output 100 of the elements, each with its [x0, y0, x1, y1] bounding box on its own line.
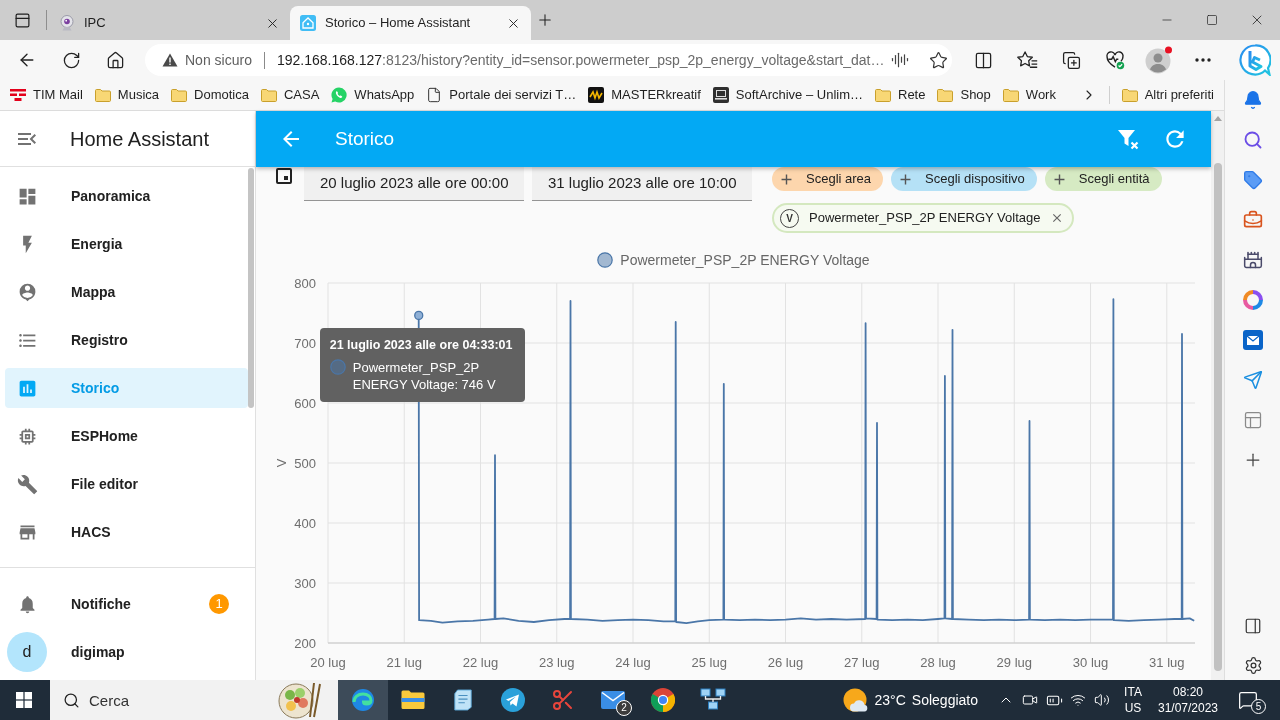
ring-logo-icon: [1243, 290, 1263, 310]
copy-plus-icon: [1061, 50, 1081, 70]
wifi-icon: [1070, 692, 1086, 708]
nav-item[interactable]: Energia: [5, 224, 248, 264]
nav-item[interactable]: Panoramica: [5, 176, 248, 216]
picker-chip[interactable]: Scegli area: [772, 167, 884, 191]
bookmark[interactable]: WhatsApp: [325, 83, 421, 107]
home-icon: [105, 50, 125, 70]
url-text: 192.168.168.127:8123/history?entity_id=sensor.powermeter_psp_2p_energy_voltage&start_dat…: [276, 50, 885, 70]
filter-clear-icon: [1116, 127, 1140, 151]
end-date-field[interactable]: 31 luglio 2023 alle ore 10:00: [532, 167, 752, 201]
bookmark[interactable]: Work: [996, 83, 1062, 107]
bookmark[interactable]: Altri preferiti: [1117, 83, 1218, 107]
series-dot-icon: [329, 359, 346, 376]
x-axis-label: 21 lug: [386, 655, 422, 670]
start-date-field[interactable]: 20 luglio 2023 alle ore 00:00: [304, 167, 524, 201]
copilot-button[interactable]: [1238, 43, 1272, 77]
star-list-icon: [1016, 51, 1038, 69]
browser-tab[interactable]: Storico – Home Assistant: [290, 6, 531, 40]
nav-item[interactable]: ESPHome: [5, 416, 248, 456]
zigzag-logo-icon: [588, 87, 605, 103]
nav-item[interactable]: HACS: [5, 512, 248, 552]
more-icon: [1195, 58, 1211, 62]
sound-waves-icon: [891, 51, 910, 69]
y-axis-label: 800: [294, 275, 316, 291]
webcam-icon: [59, 15, 75, 31]
bookmark[interactable]: MASTERkreatif: [582, 83, 707, 107]
clock-button[interactable]: 08:20 31/07/2023: [1152, 680, 1224, 720]
bookmark[interactable]: SoftArchive – Unlim…: [706, 83, 869, 107]
folder-icon: [260, 88, 277, 102]
action-center-button[interactable]: 5: [1224, 680, 1272, 720]
bookmark[interactable]: Shop: [931, 83, 997, 107]
bookmark[interactable]: Rete: [869, 83, 932, 107]
bell-icon: [1243, 90, 1263, 110]
picker-chip[interactable]: Scegli dispositivo: [891, 167, 1037, 191]
star-icon: [928, 50, 948, 70]
y-axis-title: V: [274, 458, 289, 468]
weather-button[interactable]: 23°C Soleggiato: [842, 688, 978, 712]
search-icon: [63, 692, 80, 709]
layout-icon: [1243, 410, 1263, 430]
notification-count: 5: [1251, 699, 1266, 714]
folder-icon: [171, 88, 188, 102]
stripes-logo-icon: [10, 89, 26, 101]
scissors-icon: [551, 688, 575, 712]
speech-bubble-icon: [1238, 690, 1258, 710]
calendar-icon: [276, 168, 292, 184]
swirl-chat-logo-icon: [1239, 44, 1271, 76]
search-field[interactable]: Cerca: [50, 680, 338, 720]
speaker-icon: [1094, 692, 1110, 708]
x-axis-label: 22 lug: [462, 655, 499, 670]
video-camera-icon: [1022, 692, 1038, 708]
tricolor-circle-logo-icon: [651, 688, 675, 712]
x-axis-label: 20 lug: [310, 655, 346, 670]
entity-chip[interactable]: V Powermeter_PSP_2P ENERGY Voltage: [772, 203, 1075, 233]
paper-plane-logo-icon: [501, 688, 525, 712]
nav-item[interactable]: File editor: [5, 464, 248, 504]
bookmark[interactable]: CASA: [254, 83, 326, 107]
bookmark[interactable]: Domotica: [165, 83, 255, 107]
bookmark[interactable]: Musica: [88, 83, 166, 107]
legend-dot-icon: [597, 252, 614, 268]
tag-icon: [1243, 170, 1263, 190]
paper-plane-icon: [1243, 370, 1263, 390]
notepad-icon: [453, 689, 473, 711]
nav-item[interactable]: Notifiche 1: [0, 580, 255, 628]
folder-icon: [875, 88, 891, 102]
tooltip-text: Powermeter_PSP_2P ENERGY Voltage: 746 V: [352, 359, 497, 394]
browser-tab[interactable]: IPC: [49, 6, 290, 40]
bookmark[interactable]: TIM Mail: [4, 83, 89, 107]
x-axis-label: 27 lug: [844, 655, 880, 670]
house-logo-icon: [300, 15, 316, 31]
bookmark[interactable]: Portale dei servizi T…: [420, 83, 583, 107]
swirl-logo-icon: [351, 688, 375, 712]
y-axis-label: 700: [294, 335, 316, 351]
sun-cloud-icon: [842, 688, 869, 712]
data-point-marker: [414, 310, 424, 321]
tooltip-title: 21 luglio 2023 alle ore 04:33:01: [329, 337, 513, 355]
y-axis-label: 500: [294, 455, 316, 471]
address-bar[interactable]: Non sicuro 192.168.168.127:8123/history?entity_id=sensor.powermeter_psp_2p_energy_voltage&start_dat…: [145, 44, 952, 76]
maximize-icon: [1205, 14, 1218, 26]
wrench-icon: [17, 473, 38, 495]
legend-item[interactable]: Powermeter_PSP_2P ENERGY Voltage: [597, 250, 870, 270]
unread-count: 2: [616, 700, 632, 716]
nav-item[interactable]: Mappa: [5, 272, 248, 312]
security-button[interactable]: Non sicuro: [162, 49, 252, 71]
app-title: Home Assistant: [70, 126, 209, 152]
four-squares-icon: [16, 692, 32, 708]
folder-icon: [937, 88, 954, 102]
picker-chip[interactable]: Scegli entità: [1044, 167, 1162, 191]
x-axis-label: 29 lug: [996, 655, 1032, 670]
window-panel-icon: [13, 11, 31, 29]
x-axis-label: 23 lug: [539, 655, 575, 670]
x-axis-label: 24 lug: [615, 655, 651, 670]
document-icon: [426, 87, 443, 103]
profile-item[interactable]: d digimap: [0, 628, 255, 676]
taskbar-app-button[interactable]: 2: [588, 680, 638, 720]
y-axis-label: 200: [294, 635, 316, 651]
folder-icon: [94, 88, 111, 102]
input-language-button[interactable]: ITA US: [1114, 680, 1152, 720]
castle-icon: [1243, 250, 1263, 270]
nav-item[interactable]: Registro: [5, 320, 248, 360]
